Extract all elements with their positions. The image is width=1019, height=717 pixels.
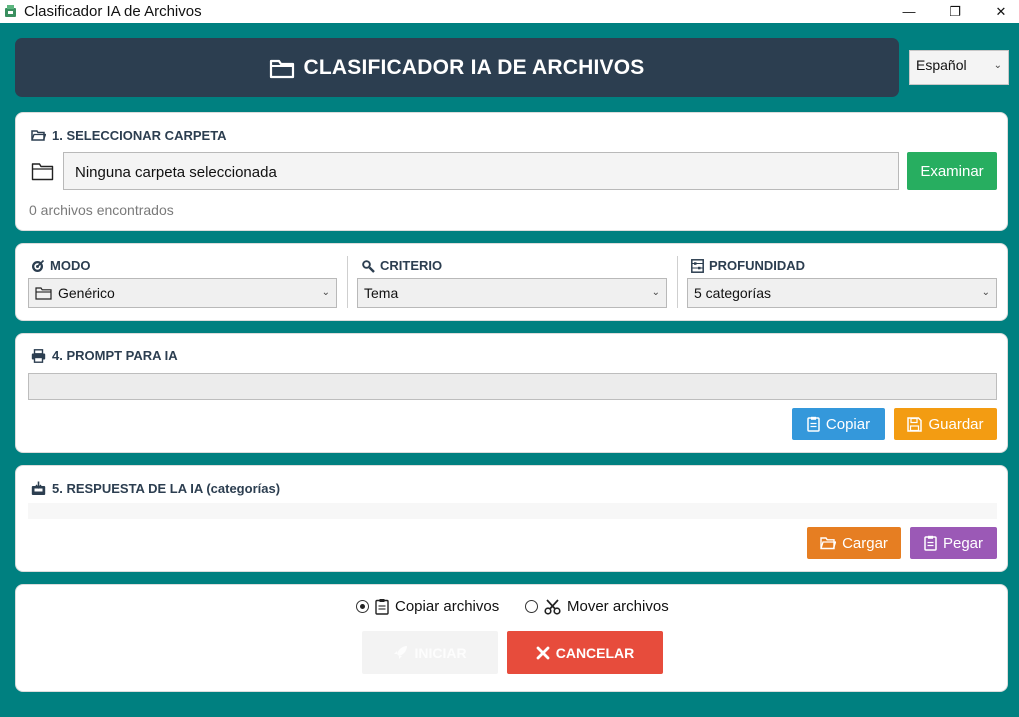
divider (347, 256, 348, 308)
mode-label-text: MODO (50, 258, 91, 273)
move-files-option[interactable]: Mover archivos (525, 598, 669, 615)
clipboard-icon (375, 599, 389, 615)
copy-files-radio[interactable] (356, 600, 369, 613)
clipboard-icon (807, 416, 820, 432)
open-folder-icon (820, 537, 837, 550)
chevron-down-icon: ⌄ (321, 287, 330, 298)
page-title: CLASIFICADOR IA DE ARCHIVOS (303, 55, 645, 79)
options-card: MODO Genérico ⌄ CRITERIO Tema ⌄ PROFUNDI… (15, 243, 1008, 321)
depth-select[interactable]: 5 categorías ⌄ (687, 278, 997, 308)
cancel-button-label: CANCELAR (555, 644, 635, 661)
criteria-select[interactable]: Tema ⌄ (357, 278, 667, 308)
paste-response-label: Pegar (942, 534, 984, 552)
window-titlebar: Clasificador IA de Archivos — ❐ ✕ (0, 0, 1019, 23)
copy-files-label: Copiar archivos (395, 598, 500, 615)
criteria-label-text: CRITERIO (380, 258, 443, 273)
folder-icon (35, 287, 52, 300)
select-folder-title: 1. SELECCIONAR CARPETA (31, 128, 227, 143)
select-folder-card: 1. SELECCIONAR CARPETA Ninguna carpeta s… (15, 112, 1008, 231)
depth-select-value: 5 categorías (694, 285, 772, 301)
mode-label: MODO (31, 258, 90, 273)
start-button[interactable]: INICIAR (362, 631, 498, 674)
response-textbox[interactable] (28, 503, 997, 519)
folder-path-field[interactable]: Ninguna carpeta seleccionada (63, 152, 899, 190)
maximize-button[interactable]: ❐ (932, 0, 978, 23)
paste-response-button[interactable]: Pegar (910, 527, 997, 559)
load-response-button[interactable]: Cargar (807, 527, 901, 559)
prompt-title: 4. PROMPT PARA IA (31, 348, 178, 363)
inbox-tray-icon (31, 481, 46, 495)
response-title-text: 5. RESPUESTA DE LA IA (categorías) (52, 481, 281, 496)
move-files-label: Mover archivos (567, 598, 669, 615)
chevron-down-icon: ⌄ (993, 60, 1002, 71)
depth-label-text: PROFUNDIDAD (709, 258, 806, 273)
copy-prompt-label: Copiar (825, 415, 871, 433)
app-icon (5, 5, 16, 17)
minimize-button[interactable]: — (886, 0, 932, 23)
close-button[interactable]: ✕ (978, 0, 1019, 23)
prompt-textbox[interactable] (28, 373, 997, 400)
move-files-radio[interactable] (525, 600, 538, 613)
close-icon (536, 646, 550, 659)
dart-icon (32, 259, 45, 272)
open-folder-icon (31, 130, 46, 141)
save-prompt-button[interactable]: Guardar (894, 408, 997, 440)
printer-icon (31, 348, 46, 363)
cancel-button[interactable]: CANCELAR (507, 631, 663, 674)
prompt-title-text: 4. PROMPT PARA IA (52, 348, 178, 363)
window-title: Clasificador IA de Archivos (24, 3, 202, 20)
response-title: 5. RESPUESTA DE LA IA (categorías) (31, 481, 280, 496)
folder-icon (31, 163, 54, 181)
depth-label: PROFUNDIDAD (691, 258, 805, 273)
floppy-disk-icon (907, 416, 923, 432)
divider (677, 256, 678, 308)
copy-prompt-button[interactable]: Copiar (792, 408, 885, 440)
scissors-icon (544, 598, 561, 615)
header-banner: CLASIFICADOR IA DE ARCHIVOS (15, 38, 899, 97)
clipboard-icon (924, 535, 937, 551)
select-folder-title-text: 1. SELECCIONAR CARPETA (52, 128, 227, 143)
mode-select-value: Genérico (58, 285, 115, 301)
rocket-icon (394, 646, 408, 659)
criteria-label: CRITERIO (361, 258, 442, 273)
response-card: 5. RESPUESTA DE LA IA (categorías) Carga… (15, 465, 1008, 572)
browse-button[interactable]: Examinar (907, 152, 997, 190)
language-select-value: Español (916, 57, 967, 73)
chevron-down-icon: ⌄ (981, 287, 990, 298)
copy-files-option[interactable]: Copiar archivos (356, 598, 499, 615)
actions-card: Copiar archivos Mover archivos INICIAR C… (15, 584, 1008, 692)
language-select[interactable]: Español ⌄ (909, 50, 1009, 85)
save-prompt-label: Guardar (928, 415, 984, 433)
folder-icon (270, 59, 295, 78)
chevron-down-icon: ⌄ (651, 287, 660, 298)
prompt-card: 4. PROMPT PARA IA Copiar Guardar (15, 333, 1008, 453)
criteria-select-value: Tema (364, 285, 399, 301)
magnifier-icon (362, 259, 375, 273)
abacus-icon (691, 258, 704, 273)
mode-select[interactable]: Genérico ⌄ (28, 278, 337, 308)
load-response-label: Cargar (842, 534, 888, 552)
start-button-label: INICIAR (414, 644, 467, 661)
files-count-label: 0 archivos encontrados (29, 202, 174, 218)
